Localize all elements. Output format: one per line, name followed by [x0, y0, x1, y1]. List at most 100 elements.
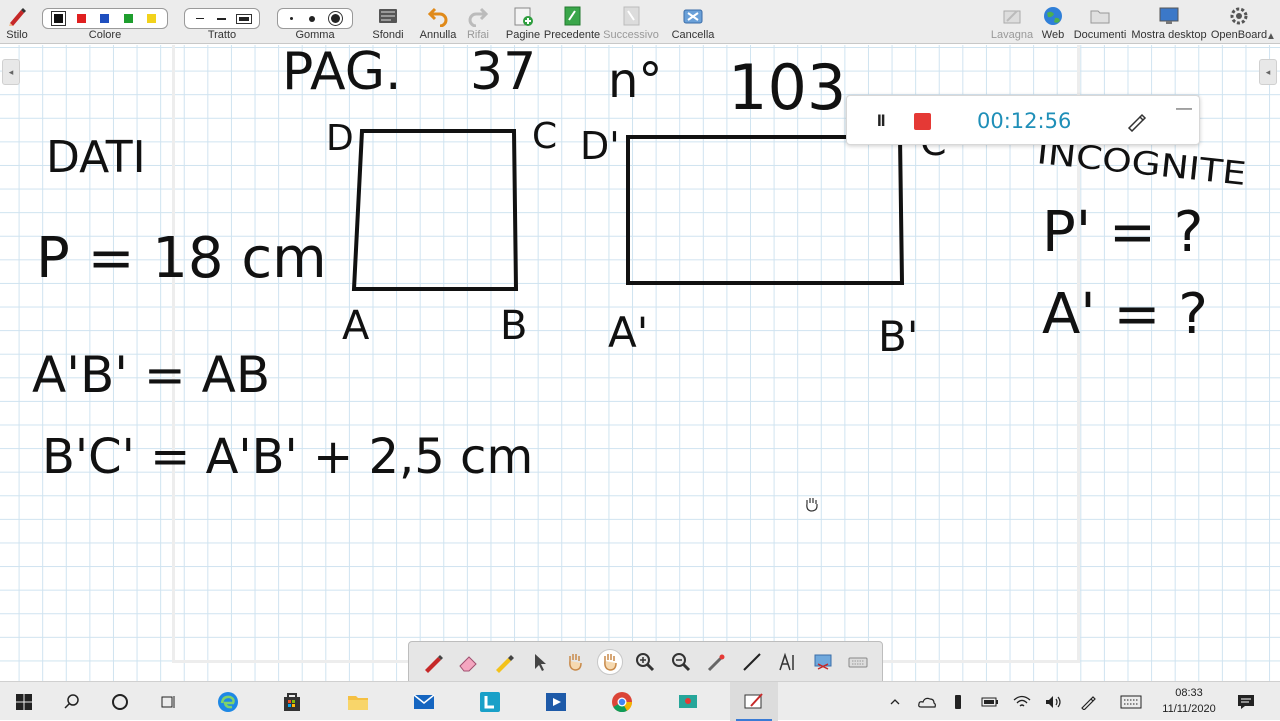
cancella-button[interactable]: Cancella — [672, 0, 714, 44]
notifications-icon[interactable] — [1236, 692, 1256, 712]
screen-recorder-app[interactable] — [664, 682, 712, 721]
pen-workspace-icon[interactable] — [1078, 692, 1098, 712]
chrome-app[interactable] — [598, 682, 646, 721]
successivo-button[interactable]: Successivo — [603, 0, 659, 44]
previous-page-icon — [564, 6, 581, 26]
cortana-circle-icon — [112, 693, 128, 710]
touch-keyboard-icon[interactable] — [1118, 692, 1144, 712]
recording-timer: 00:12:56 — [977, 109, 1072, 133]
collapse-toolbar-icon[interactable]: ▲ — [1266, 31, 1276, 42]
laser-tool-button[interactable] — [703, 649, 729, 675]
documenti-button[interactable]: Documenti — [1074, 0, 1126, 44]
tool-palette — [408, 641, 883, 683]
eraser-icon — [459, 656, 477, 672]
volume-icon[interactable] — [1044, 692, 1064, 712]
edge-icon — [218, 691, 238, 712]
zoom-in-tool-button[interactable] — [632, 649, 658, 675]
start-button[interactable] — [0, 682, 48, 721]
data-side-bc: B'C' = A'B' + 2,5 cm — [42, 429, 533, 485]
keyboard-tool-button[interactable] — [845, 649, 871, 675]
taskbar-clock[interactable]: 08:33 11/11/2020 — [1152, 685, 1226, 717]
whiteboard-canvas[interactable]: ◂ ◂ PAG. 37 n° 103 DATI P = 18 cm A'B' =… — [0, 45, 1280, 681]
battery-icon[interactable] — [980, 692, 1000, 712]
onedrive-icon[interactable] — [917, 692, 937, 712]
color-selector[interactable] — [42, 8, 168, 29]
rectangle-shape — [626, 135, 905, 285]
tratto-label: Tratto — [207, 29, 237, 41]
line-tool-button[interactable] — [739, 649, 765, 675]
usb-device-icon[interactable] — [948, 692, 968, 712]
header-n-text: n° — [608, 53, 662, 109]
minimize-recorder-button[interactable]: — — [1176, 100, 1192, 118]
stroke-selector[interactable] — [184, 8, 260, 29]
video-editor-app[interactable] — [532, 682, 580, 721]
pen-tool-button[interactable] — [420, 649, 446, 675]
header-exercise-number: 103 — [728, 51, 846, 124]
play-tool-button[interactable] — [562, 649, 588, 675]
rect-label-b: B' — [878, 312, 918, 361]
zoom-out-tool-button[interactable] — [668, 649, 694, 675]
windows-logo-icon — [16, 693, 32, 710]
top-toolbar: Stilo Colore Tratto Gomma Sfondi Annulla — [0, 0, 1280, 44]
screen-recorder-widget: II 00:12:56 — — [846, 95, 1200, 145]
precedente-button[interactable]: Precedente — [544, 0, 600, 44]
line-icon — [743, 653, 761, 671]
l-app[interactable] — [466, 682, 514, 721]
mail-app[interactable] — [400, 682, 448, 721]
color-green[interactable] — [123, 14, 133, 23]
eraser-large[interactable] — [328, 11, 343, 26]
openboard-button[interactable]: OpenBoard — [1211, 0, 1267, 44]
cortana-button[interactable] — [96, 682, 144, 721]
chrome-icon — [612, 691, 633, 712]
unknown-area: A' = ? — [1042, 282, 1208, 347]
eraser-tool-button[interactable] — [455, 649, 481, 675]
rect-label-a: A' — [608, 308, 648, 357]
pagine-button[interactable]: Pagine — [504, 0, 542, 44]
task-view-button[interactable] — [144, 682, 192, 721]
colore-label: Colore — [88, 29, 122, 41]
hand-tool-button[interactable] — [596, 649, 623, 675]
eraser-size-selector[interactable] — [277, 8, 353, 29]
stroke-thick[interactable] — [235, 13, 252, 24]
play-hand-icon — [568, 654, 582, 671]
openboard-app[interactable] — [730, 682, 778, 721]
color-yellow[interactable] — [146, 14, 156, 23]
eraser-small[interactable] — [290, 17, 293, 20]
wifi-icon[interactable] — [1012, 692, 1032, 712]
stroke-thin[interactable] — [195, 18, 204, 19]
board-icon — [1003, 10, 1021, 24]
lavagna-button[interactable]: Lavagna — [991, 0, 1033, 44]
stilo-button[interactable]: Stilo — [0, 0, 34, 44]
mostra-desktop-button[interactable]: Mostra desktop — [1131, 0, 1207, 44]
header-page-number: 37 — [470, 45, 536, 102]
annotate-pen-icon[interactable] — [1125, 110, 1147, 132]
search-button[interactable] — [48, 682, 96, 721]
highlighter-tool-button[interactable] — [491, 649, 517, 675]
text-tool-button[interactable] — [774, 649, 800, 675]
tray-expand-icon[interactable] — [885, 692, 905, 712]
video-player-icon — [546, 692, 566, 711]
mail-icon — [413, 693, 435, 709]
annulla-button[interactable]: Annulla — [418, 0, 458, 44]
color-blue[interactable] — [100, 14, 110, 23]
eraser-medium[interactable] — [309, 15, 315, 22]
pointer-tool-button[interactable] — [526, 649, 552, 675]
task-view-icon — [161, 695, 175, 708]
stroke-medium[interactable] — [216, 17, 226, 20]
undo-icon — [427, 7, 448, 27]
gear-icon — [1230, 7, 1248, 25]
pause-recording-button[interactable]: II — [877, 111, 886, 131]
store-app[interactable] — [268, 682, 316, 721]
color-black[interactable] — [51, 11, 67, 26]
sfondi-button[interactable]: Sfondi — [370, 0, 406, 44]
square-shape — [351, 129, 519, 291]
highlighter-icon — [495, 655, 514, 673]
store-bag-icon — [284, 692, 300, 711]
edge-app[interactable] — [204, 682, 252, 721]
rifai-button[interactable]: Rifai — [462, 0, 494, 44]
capture-tool-button[interactable] — [810, 649, 836, 675]
file-explorer-app[interactable] — [334, 682, 382, 721]
stop-recording-button[interactable] — [914, 113, 931, 130]
web-button[interactable]: Web — [1040, 0, 1066, 44]
color-red[interactable] — [77, 14, 87, 23]
